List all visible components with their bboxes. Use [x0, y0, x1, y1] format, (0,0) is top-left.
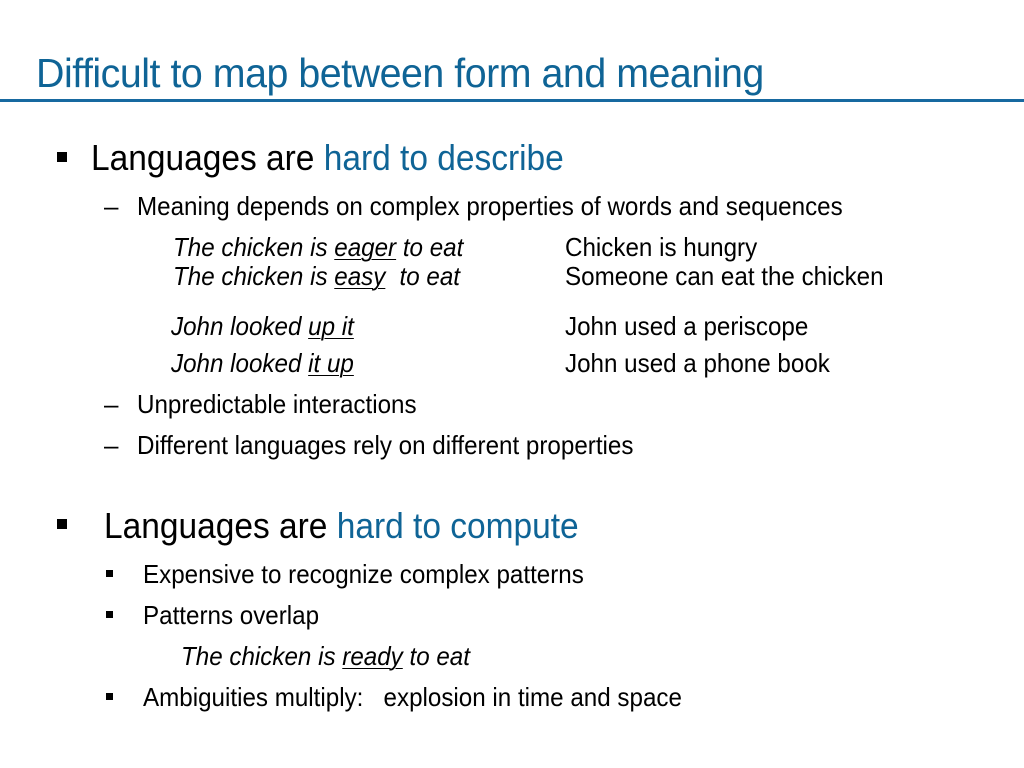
sub-item-expensive: Expensive to recognize complex patterns [143, 559, 584, 589]
section-heading-compute: Languages are hard to compute [104, 505, 579, 547]
section-heading-describe: Languages are hard to describe [91, 137, 564, 179]
example-meaning: Someone can eat the chicken [565, 261, 884, 291]
example-pre: The chicken is [173, 261, 335, 291]
example-underlined: eager [334, 232, 397, 262]
bullet-square-icon [106, 570, 113, 577]
example-pre: John looked [171, 311, 309, 341]
example-sentence: The chicken is ready to eat [181, 641, 470, 672]
sub-item-meaning: Meaning depends on complex properties of… [137, 191, 843, 221]
example-underlined: easy [334, 261, 386, 291]
sub-item-patterns-overlap: Patterns overlap [143, 600, 320, 630]
example-post: to eat [402, 641, 470, 671]
example-pre: John looked [171, 348, 309, 378]
example-meaning: John used a periscope [565, 311, 809, 341]
heading-prefix: Languages are [104, 505, 337, 546]
heading-prefix: Languages are [91, 137, 324, 178]
dash-bullet-icon: – [104, 389, 119, 419]
bullet-square-icon [57, 152, 67, 162]
example-pre: The chicken is [181, 641, 343, 671]
sub-item-ambiguities: Ambiguities multiply: explosion in time … [143, 682, 682, 712]
example-sentence: John looked up it [171, 311, 354, 342]
example-underlined: ready [342, 641, 403, 671]
example-pre: The chicken is [173, 232, 335, 262]
dash-bullet-icon: – [104, 191, 119, 221]
dash-bullet-icon: – [104, 430, 119, 460]
heading-highlight: hard to describe [323, 137, 564, 178]
example-sentence: John looked it up [171, 348, 354, 379]
example-sentence: The chicken is easy to eat [173, 261, 460, 292]
example-meaning: John used a phone book [565, 348, 830, 378]
slide-title: Difficult to map between form and meanin… [36, 50, 764, 96]
sub-item-different-languages: Different languages rely on different pr… [137, 430, 634, 460]
example-underlined: it up [308, 348, 354, 378]
example-meaning: Chicken is hungry [565, 232, 758, 262]
example-post: to eat [396, 232, 464, 262]
bullet-square-icon [106, 611, 113, 618]
example-underlined: up it [308, 311, 354, 341]
bullet-square-icon [57, 519, 67, 529]
heading-highlight: hard to compute [336, 505, 579, 546]
example-sentence: The chicken is eager to eat [173, 232, 463, 263]
example-post: to eat [392, 261, 461, 291]
title-divider [0, 99, 1024, 102]
bullet-square-icon [106, 693, 113, 700]
sub-item-unpredictable: Unpredictable interactions [137, 389, 417, 419]
